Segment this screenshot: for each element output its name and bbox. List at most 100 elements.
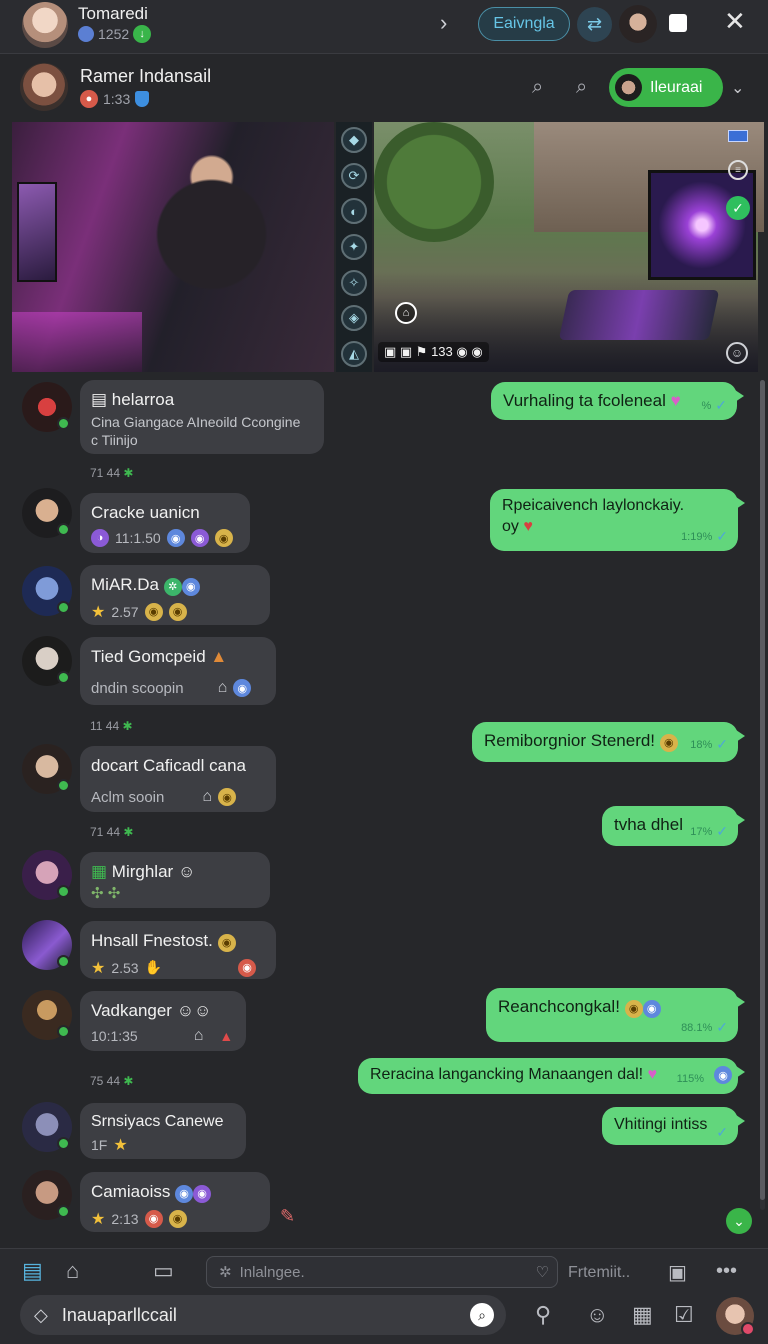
- message-meta-text: 18%: [690, 738, 713, 751]
- message-in[interactable]: Tied Gomcpeid ▲ dndin scoopin ⌂ ◉: [80, 637, 276, 705]
- home-icon[interactable]: ⌂: [66, 1258, 79, 1284]
- message-sub: ★ 2:13 ◉ ◉: [91, 1209, 259, 1229]
- avatar[interactable]: [22, 744, 72, 794]
- pin-icon[interactable]: ⌂: [395, 302, 417, 324]
- read-tick-icon: ✓: [715, 397, 727, 413]
- more-icon[interactable]: •••: [716, 1260, 737, 1283]
- message-in[interactable]: Vadkanger ☺☺ 10:1:35 ⌂ ▲: [80, 991, 246, 1051]
- message-in[interactable]: docart Caficadl cana Aclm sooin ⌂ ◉: [80, 746, 276, 812]
- avatar[interactable]: [22, 1102, 72, 1152]
- message-sub: ★ 2.57 ◉ ◉: [91, 602, 259, 622]
- message-out[interactable]: Vhitingi intiss ✓: [602, 1107, 745, 1145]
- compose-field[interactable]: ✲ Inlalngee. ♡: [206, 1256, 558, 1288]
- strip-icon-4[interactable]: ✦: [341, 233, 367, 260]
- heart-icon: ♥: [670, 391, 681, 410]
- message-out[interactable]: Reracina langancking Manaangen dal! ♥ 11…: [358, 1058, 745, 1094]
- strip-icon-5[interactable]: ✧: [341, 269, 367, 296]
- chat-avatar[interactable]: [20, 63, 68, 111]
- search-icon[interactable]: ⌕: [532, 76, 543, 99]
- message-title-text: Camiaoiss: [91, 1182, 171, 1201]
- read-icon: ✱: [123, 1074, 134, 1088]
- read-icon: ✱: [123, 466, 134, 480]
- camera-icon[interactable]: ▣: [668, 1260, 687, 1285]
- message-in[interactable]: ▦ Mirghlar ☺ ✣ ✣: [80, 852, 270, 908]
- emoji-face-icon[interactable]: ☺: [586, 1302, 608, 1328]
- message-out[interactable]: Rpeicaivench laylonckaiy. oy ♥ 1:19% ✓: [490, 489, 745, 551]
- message-out[interactable]: Vurhaling ta fcoleneal ♥ % ✓: [491, 382, 744, 420]
- media-image-game[interactable]: [374, 122, 764, 372]
- strip-icon-3[interactable]: ◐: [341, 198, 367, 225]
- chevron-down-icon[interactable]: ⌄: [731, 78, 744, 98]
- message-in[interactable]: Hnsall Fnestost. ◉ ★ 2.53 ✋ ◉: [80, 921, 276, 979]
- avatar[interactable]: [22, 990, 72, 1040]
- message-in[interactable]: MiAR.Da ✲ ◉ ★ 2.57 ◉ ◉: [80, 565, 270, 625]
- avatar[interactable]: [22, 636, 72, 686]
- message-input[interactable]: ◇ Inauaparllccail: [20, 1295, 506, 1335]
- read-icon: ✱: [122, 719, 133, 733]
- strip-icon-1[interactable]: ◆: [341, 126, 367, 153]
- strip-icon-6[interactable]: ◈: [341, 305, 367, 332]
- online-status: [57, 1205, 70, 1218]
- attach-icon[interactable]: ⚲: [535, 1302, 551, 1328]
- search-messages-icon[interactable]: ⌕: [576, 76, 587, 99]
- globe-icon: ◉: [714, 1066, 732, 1084]
- chevron-right-icon[interactable]: ›: [440, 10, 447, 36]
- monitor-shape: [17, 182, 57, 282]
- avatar[interactable]: [22, 566, 72, 616]
- heart-outline-icon[interactable]: ♡: [536, 1263, 549, 1281]
- strip-icon-2[interactable]: ⟳: [341, 162, 367, 189]
- shield-icon: [135, 91, 150, 107]
- online-status: [57, 417, 70, 430]
- account-avatar[interactable]: [22, 2, 68, 48]
- message-text-value: oy: [502, 518, 519, 535]
- message-meta: ✓: [716, 1124, 728, 1141]
- message-title: Tied Gomcpeid ▲: [91, 647, 265, 667]
- avatar[interactable]: [22, 850, 72, 900]
- home-icon: ⌂: [202, 788, 213, 805]
- avatar[interactable]: [22, 920, 72, 970]
- down-arrow-icon[interactable]: ↓: [133, 25, 152, 43]
- grid-icon[interactable]: ▦: [632, 1302, 653, 1328]
- comment-icon[interactable]: ▭: [153, 1258, 174, 1284]
- call-pill-button[interactable]: Ileuraai: [609, 68, 723, 107]
- swap-icon[interactable]: ⇄: [577, 7, 612, 42]
- message-sub-text: 10:1:35: [91, 1028, 138, 1044]
- read-tick-icon: ✓: [716, 823, 728, 839]
- scroll-down-icon[interactable]: ⌄: [726, 1208, 752, 1234]
- emoji-icon[interactable]: ☺: [726, 342, 748, 364]
- message-title: ▦ Mirghlar ☺: [91, 862, 259, 882]
- scrollbar-thumb[interactable]: [760, 380, 765, 1200]
- message-in[interactable]: ▤ helarroa Cina Giangace AIneoild Ccongi…: [80, 380, 324, 454]
- star-icon: ★: [91, 603, 106, 621]
- window-icon[interactable]: [669, 14, 687, 32]
- message-in[interactable]: Camiaoiss ◉ ◉ ★ 2:13 ◉ ◉: [80, 1172, 270, 1232]
- strip-icon-7[interactable]: ◭: [341, 341, 367, 368]
- message-sub-text: 1F: [91, 1137, 108, 1153]
- call-pill-label: Ileuraai: [650, 78, 703, 96]
- message-out[interactable]: Reanchcongkal! ◉ ◉ 88.1% ✓: [486, 988, 745, 1042]
- avatar[interactable]: [22, 488, 72, 538]
- bag-icon[interactable]: ▤: [22, 1258, 43, 1284]
- avatar[interactable]: [22, 1170, 72, 1220]
- badge-icon: ▦: [91, 862, 112, 881]
- close-icon[interactable]: ✕: [724, 6, 746, 37]
- avatar[interactable]: [22, 382, 72, 432]
- top-pill-button[interactable]: Eaivngla: [478, 7, 570, 41]
- message-title-text: MiAR.Da: [91, 575, 160, 594]
- message-in[interactable]: Cracke uanicn ◑ 11:1.50 ◉ ◉ ◉: [80, 493, 250, 553]
- message-text-value: Reracina langancking Manaangen dal!: [370, 1066, 644, 1083]
- menu-icon[interactable]: ≡: [728, 160, 748, 180]
- message-in[interactable]: Srnsiyacs Canewe 1F ★: [80, 1103, 246, 1159]
- checklist-icon[interactable]: ☑: [674, 1302, 694, 1328]
- message-out[interactable]: Remiborgnior Stenerd! ◉ 18% ✓: [472, 722, 745, 762]
- message-title-text: Mirghlar: [111, 862, 174, 881]
- media-image-gamer[interactable]: [12, 122, 334, 372]
- reaction-icon: ✲: [163, 577, 182, 596]
- message-meta: 1:19% ✓: [681, 528, 728, 545]
- message-title: Camiaoiss ◉ ◉: [91, 1182, 259, 1203]
- self-avatar[interactable]: [716, 1297, 755, 1336]
- contact-avatar[interactable]: [619, 5, 657, 43]
- pill-avatar: [615, 74, 642, 101]
- message-out[interactable]: tvha dhel 17% ✓: [602, 806, 745, 846]
- search-q-icon[interactable]: ⌕: [470, 1303, 494, 1327]
